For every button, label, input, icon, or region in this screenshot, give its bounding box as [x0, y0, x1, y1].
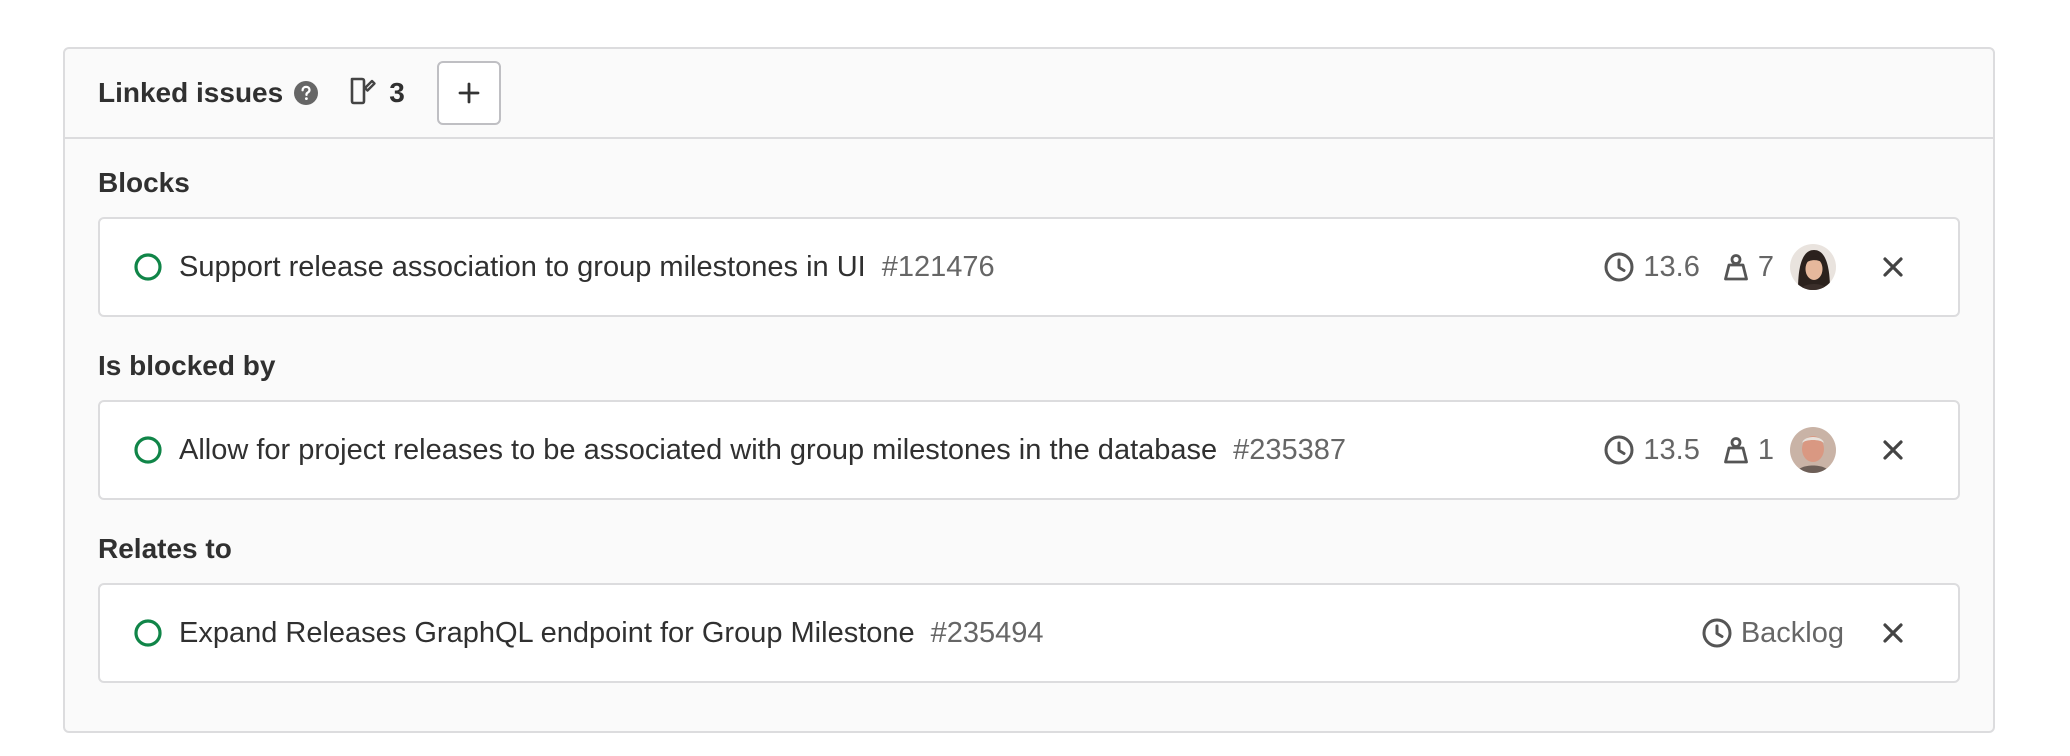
- weight-icon: [1723, 437, 1748, 464]
- clock-icon: [1702, 618, 1732, 648]
- linked-issues-body: Blocks Support release association to gr…: [65, 163, 1993, 683]
- weight-value: 1: [1757, 433, 1774, 466]
- issue-reference: #121476: [881, 250, 995, 283]
- issue-title-link[interactable]: Expand Releases GraphQL endpoint for Gro…: [179, 617, 915, 650]
- milestone: Backlog: [1701, 617, 1844, 650]
- issue-count: 3: [389, 77, 405, 108]
- assignee-avatar[interactable]: [1790, 244, 1836, 290]
- milestone-label: 13.5: [1643, 433, 1700, 466]
- milestone-label: Backlog: [1740, 616, 1844, 649]
- issue-meta: 13.5 1: [1603, 402, 1908, 498]
- issue-row[interactable]: Expand Releases GraphQL endpoint for Gro…: [98, 583, 1960, 683]
- close-icon: [1883, 623, 1903, 643]
- issue-count-badge: 3: [349, 76, 405, 111]
- plus-icon: [458, 82, 480, 104]
- linked-issues-title: Linked issues: [98, 77, 284, 108]
- issue-open-icon: [133, 435, 163, 465]
- section-title-relates-to: Relates to: [98, 533, 232, 564]
- weight: 7: [1722, 251, 1774, 284]
- issue-row[interactable]: Support release association to group mil…: [98, 217, 1960, 317]
- issue-icon: [349, 76, 377, 111]
- remove-link-button[interactable]: [1878, 435, 1908, 465]
- close-icon: [1883, 440, 1903, 460]
- issue-meta: Backlog: [1701, 585, 1908, 681]
- clock-icon: [1604, 252, 1634, 282]
- issue-title-link[interactable]: Allow for project releases to be associa…: [179, 434, 1217, 467]
- close-icon: [1883, 257, 1903, 277]
- issue-open-icon: [133, 618, 163, 648]
- section-title-is-blocked-by: Is blocked by: [98, 350, 276, 381]
- issue-reference: #235387: [1233, 433, 1347, 466]
- section-title-blocks: Blocks: [98, 167, 190, 198]
- milestone: 13.5: [1603, 433, 1700, 467]
- milestone-label: 13.6: [1643, 250, 1700, 283]
- add-linked-issue-button[interactable]: [436, 61, 501, 125]
- issue-open-icon: [133, 252, 163, 282]
- clock-icon: [1604, 435, 1634, 465]
- assignee-avatar[interactable]: [1790, 427, 1836, 473]
- question-circle-icon[interactable]: [293, 80, 319, 106]
- issue-row[interactable]: Allow for project releases to be associa…: [98, 400, 1960, 500]
- milestone: 13.6: [1603, 250, 1700, 284]
- issue-meta: 13.6 7: [1603, 219, 1908, 315]
- remove-link-button[interactable]: [1878, 252, 1908, 282]
- remove-link-button[interactable]: [1878, 618, 1908, 648]
- linked-issues-header: Linked issues 3: [65, 49, 1993, 139]
- weight-icon: [1723, 254, 1748, 281]
- issue-reference: #235494: [930, 616, 1044, 649]
- linked-issues-card: Linked issues 3 Blocks Support release a…: [63, 47, 1995, 733]
- issue-title-link[interactable]: Support release association to group mil…: [179, 251, 866, 284]
- weight: 1: [1722, 434, 1774, 467]
- weight-value: 7: [1757, 250, 1774, 283]
